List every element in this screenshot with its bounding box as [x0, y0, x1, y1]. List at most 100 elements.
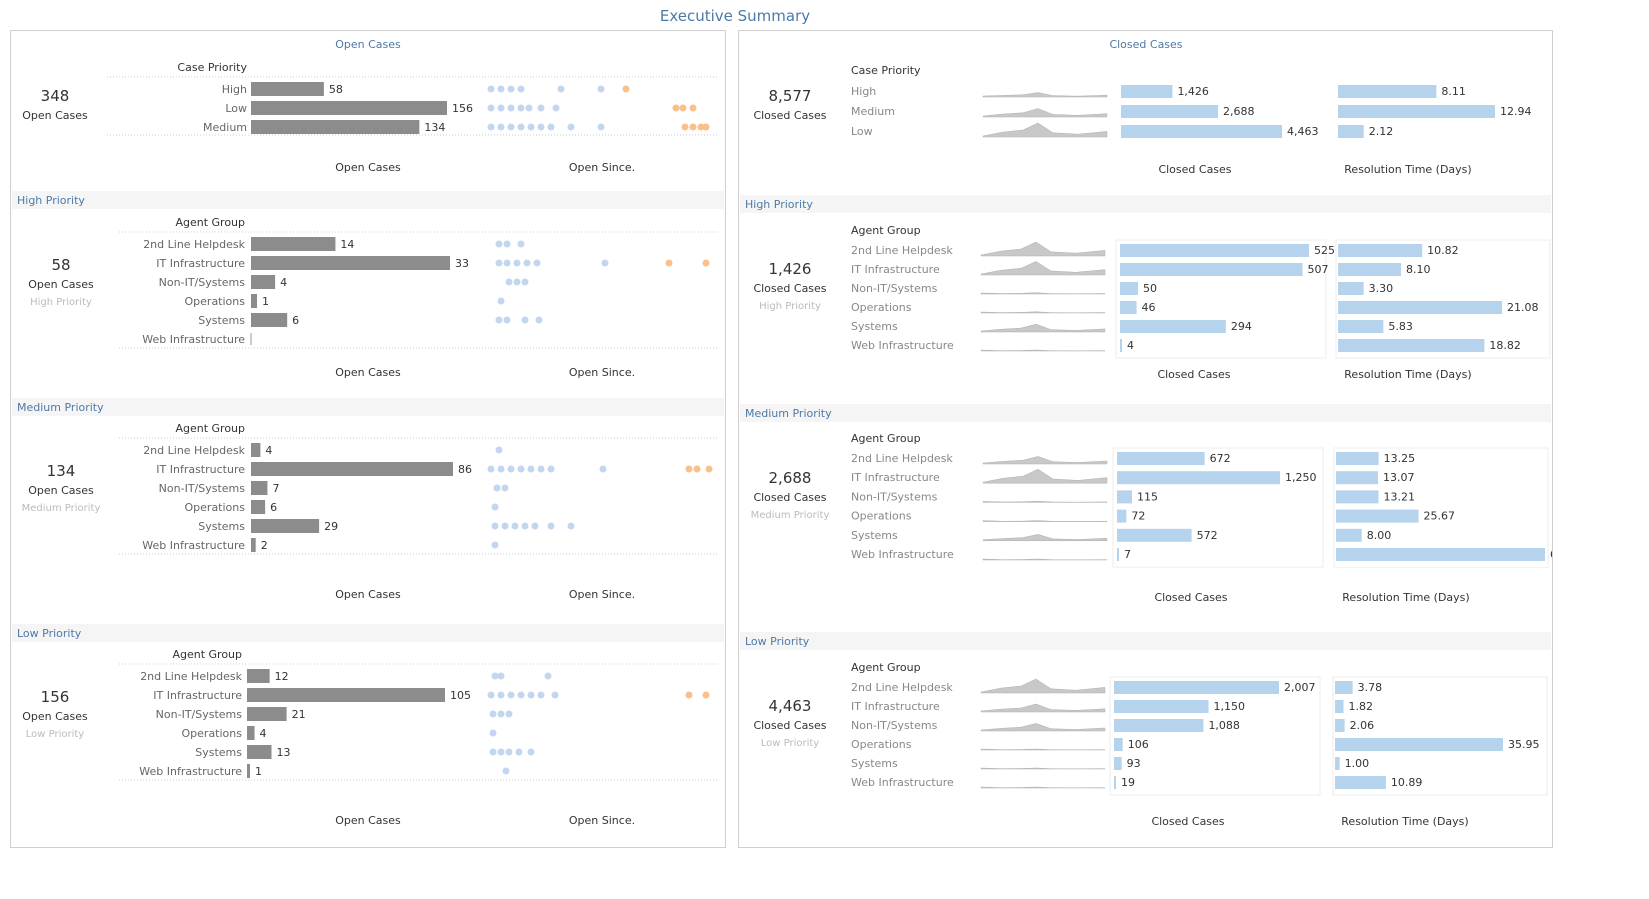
- axis-title-resolution-time: Resolution Time (Days): [1342, 591, 1469, 604]
- closed-cases-bar: [1114, 757, 1122, 770]
- bar-value-label: 1: [262, 295, 269, 308]
- resolution-time-bar: [1335, 776, 1386, 789]
- bar-value-label: 105: [450, 689, 471, 702]
- bar-value-label: 10.89: [1391, 776, 1423, 789]
- open-since-dot: [507, 123, 515, 131]
- bar-value-label: 4: [260, 727, 267, 740]
- dimension-header: Agent Group: [175, 422, 245, 435]
- open-since-dot: [497, 691, 505, 699]
- bar-value-label: 4: [265, 444, 272, 457]
- bar-value-label: 1,150: [1214, 700, 1246, 713]
- open-since-dot: [567, 522, 575, 530]
- open-since-dot: [535, 316, 543, 324]
- row-label: Systems: [851, 320, 898, 333]
- open-since-dot: [487, 465, 495, 473]
- open-since-dot: [702, 691, 710, 699]
- sparkline-area: [982, 122, 1108, 138]
- resolution-time-bar: [1335, 681, 1353, 694]
- resolution-time-bar: [1335, 700, 1344, 713]
- kpi-subtitle: High Priority: [30, 297, 92, 308]
- open-since-dot: [487, 104, 495, 112]
- axis-title-open-cases: Open Cases: [335, 588, 401, 601]
- bar-value-label: 1,426: [1177, 85, 1209, 98]
- row-label: Systems: [851, 529, 898, 542]
- open-since-dot: [525, 104, 533, 112]
- row-label: Web Infrastructure: [139, 765, 242, 778]
- row-label: 2nd Line Helpdesk: [143, 444, 245, 457]
- open-since-dot: [547, 522, 555, 530]
- section-band: [740, 404, 1551, 422]
- bar-value-label: 2.06: [1350, 719, 1375, 732]
- row-label: High: [222, 83, 247, 96]
- section-title: Low Priority: [745, 635, 810, 648]
- bar-value-label: 525: [1314, 244, 1335, 257]
- sparkline-area: [980, 767, 1106, 770]
- bar-value-label: 33: [455, 257, 469, 270]
- open-since-dot: [501, 484, 509, 492]
- bar-value-label: 19: [1121, 776, 1135, 789]
- open-cases-bar: [251, 294, 258, 308]
- bar-value-label: 2: [261, 539, 268, 552]
- bar-value-label: 4: [1127, 339, 1134, 352]
- open-cases-bar: [251, 481, 268, 495]
- bar-value-label: 13.25: [1384, 452, 1416, 465]
- closed-cases-charts: Closed Cases 8,577 Closed Cases Case Priori…: [740, 38, 1552, 828]
- axis-title-open-since: Open Since.: [569, 588, 635, 601]
- open-since-dot: [517, 104, 525, 112]
- open-since-dot: [537, 465, 545, 473]
- bar-value-label: 134: [424, 121, 445, 134]
- open-since-dot: [567, 123, 575, 131]
- kpi-value: 156: [41, 688, 70, 706]
- bar-value-label: 29: [324, 520, 338, 533]
- bar-value-label: 65.02: [1550, 548, 1552, 561]
- axis-title-open-since: Open Since.: [569, 366, 635, 379]
- row-label: Web Infrastructure: [851, 548, 954, 561]
- bar-value-label: 13: [277, 746, 291, 759]
- bars-frame: [1112, 447, 1324, 568]
- bar-value-label: 8.10: [1406, 263, 1431, 276]
- sparkline-area: [982, 92, 1108, 98]
- sparkline-area: [980, 678, 1106, 694]
- dimension-header: Case Priority: [851, 64, 921, 77]
- sparkline-area: [980, 292, 1106, 295]
- kpi-value: 4,463: [769, 697, 812, 715]
- sparkline-area: [982, 500, 1108, 503]
- open-cases-bar: [247, 669, 270, 683]
- row-label: Non-IT/Systems: [851, 282, 938, 295]
- row-label: Medium: [851, 105, 895, 118]
- closed-cases-bar: [1120, 320, 1226, 333]
- row-label: IT Infrastructure: [156, 463, 245, 476]
- open-cases-bar: [247, 688, 445, 702]
- closed-cases-bar: [1117, 548, 1119, 561]
- kpi-value: 348: [41, 87, 70, 105]
- sparkline-area: [980, 349, 1106, 352]
- open-since-dot: [505, 748, 513, 756]
- axis-title-resolution-time: Resolution Time (Days): [1344, 163, 1471, 176]
- bar-value-label: 8.00: [1367, 529, 1392, 542]
- dimension-header: Agent Group: [851, 432, 921, 445]
- row-label: Systems: [851, 757, 898, 770]
- kpi-subtitle: High Priority: [759, 301, 821, 312]
- open-cases-bar: [251, 313, 288, 327]
- row-label: IT Infrastructure: [851, 700, 940, 713]
- open-since-dot: [513, 278, 521, 286]
- kpi-subtitle: Medium Priority: [22, 503, 101, 514]
- open-since-dot: [693, 465, 701, 473]
- dimension-header: Agent Group: [851, 224, 921, 237]
- section-title: High Priority: [17, 194, 85, 207]
- closed-cases-bar: [1120, 244, 1309, 257]
- resolution-time-bar: [1336, 490, 1379, 504]
- open-since-dot: [497, 748, 505, 756]
- open-since-dot: [533, 259, 541, 267]
- open-cases-bar: [251, 443, 261, 457]
- kpi-label: Open Cases: [22, 710, 88, 723]
- row-label: Non-IT/Systems: [851, 719, 938, 732]
- section-band: [740, 195, 1551, 213]
- kpi-subtitle: Low Priority: [761, 738, 820, 749]
- open-since-dot: [597, 85, 605, 93]
- bar-value-label: 106: [1128, 738, 1149, 751]
- open-since-dot: [491, 672, 499, 680]
- resolution-time-bar: [1338, 244, 1423, 257]
- open-cases-bar: [247, 707, 287, 721]
- row-label: Non-IT/Systems: [156, 708, 243, 721]
